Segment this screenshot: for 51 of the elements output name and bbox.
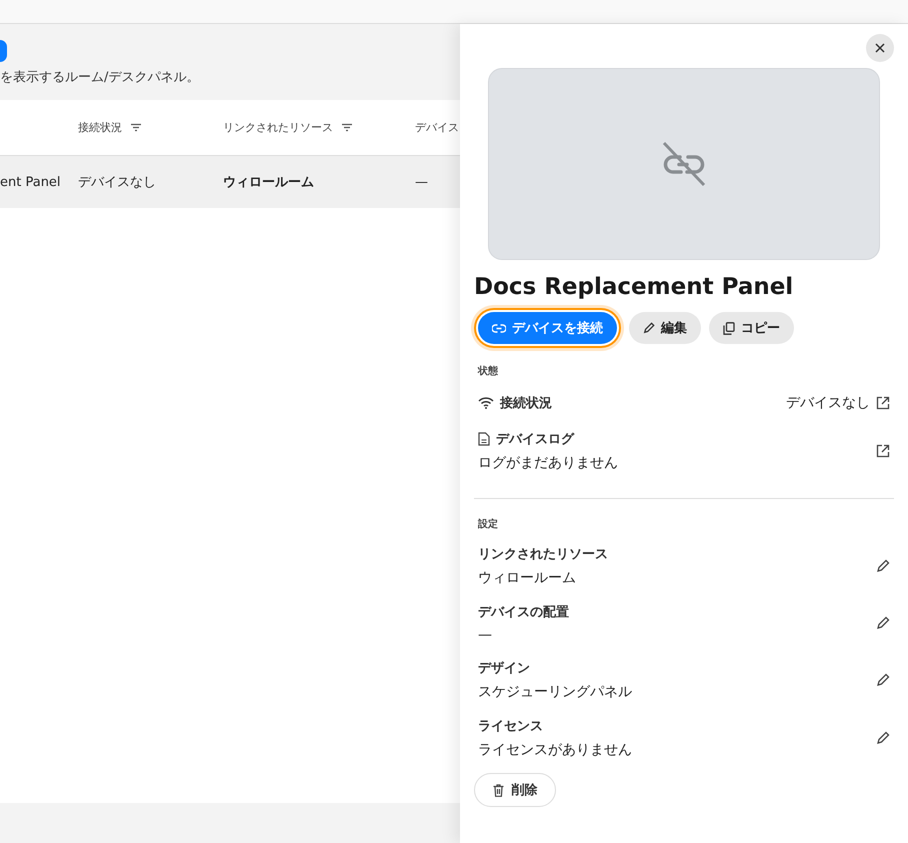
status-label: 接続状況 bbox=[500, 394, 552, 412]
pencil-icon bbox=[876, 616, 890, 630]
setting-value: ライセンスがありません bbox=[478, 741, 632, 759]
unlink-icon bbox=[660, 141, 708, 187]
pencil-icon bbox=[876, 559, 890, 573]
section-heading: 設定 bbox=[478, 517, 499, 531]
pencil-icon bbox=[643, 322, 655, 334]
edit-button[interactable] bbox=[876, 559, 890, 573]
action-button[interactable]: コピー bbox=[709, 312, 794, 344]
status-value: デバイスなし bbox=[786, 394, 870, 412]
setting-label: ライセンス bbox=[478, 718, 544, 735]
close-icon bbox=[875, 43, 885, 53]
wifi-icon bbox=[478, 397, 494, 409]
column-header[interactable]: リンクされたリソース bbox=[223, 120, 333, 135]
open-link-button[interactable] bbox=[876, 396, 890, 410]
column-header[interactable]: 接続状況 bbox=[78, 120, 122, 135]
open-link-button[interactable] bbox=[876, 444, 890, 458]
status-note: ログがまだありません bbox=[478, 454, 618, 472]
delete-button[interactable]: 削除 bbox=[474, 773, 556, 807]
filter-icon[interactable] bbox=[341, 123, 353, 132]
panel-title: Docs Replacement Panel bbox=[474, 274, 794, 300]
status-label: デバイスログ bbox=[496, 431, 574, 448]
setting-value: スケジューリングパネル bbox=[478, 683, 632, 701]
external-link-icon bbox=[876, 444, 890, 458]
column-header[interactable]: デバイス bbox=[415, 120, 459, 135]
setting-value: — bbox=[478, 627, 493, 643]
action-button[interactable]: デバイスを接続 bbox=[478, 312, 617, 344]
table-cell-text: デバイスなし bbox=[78, 174, 157, 191]
action-button[interactable]: 編集 bbox=[629, 312, 701, 344]
setting-label: デザイン bbox=[478, 660, 531, 677]
section-heading: 状態 bbox=[478, 364, 499, 378]
pencil-icon bbox=[876, 731, 890, 745]
setting-label: リンクされたリソース bbox=[478, 546, 608, 563]
setting-value: ウィロールーム bbox=[478, 569, 577, 587]
edit-button[interactable] bbox=[876, 673, 890, 687]
table-cell-text: ent Panel bbox=[0, 174, 62, 190]
external-link-icon bbox=[876, 396, 890, 410]
edit-button[interactable] bbox=[876, 616, 890, 630]
page-description: を表示するルーム/デスクパネル。 bbox=[0, 69, 200, 86]
table-cell-text: ウィロールーム bbox=[223, 174, 315, 191]
edit-button[interactable] bbox=[876, 731, 890, 745]
trash-icon bbox=[492, 784, 504, 796]
copy-icon bbox=[723, 322, 735, 334]
link-icon bbox=[492, 324, 506, 332]
pencil-icon bbox=[876, 673, 890, 687]
setting-label: デバイスの配置 bbox=[478, 604, 569, 621]
document-icon bbox=[478, 432, 490, 446]
table-row[interactable]: ent Panel デバイスなし ウィロールーム — bbox=[0, 156, 460, 208]
close-button[interactable] bbox=[866, 34, 894, 62]
table-cell-text: — bbox=[415, 174, 429, 190]
filter-icon[interactable] bbox=[130, 123, 142, 132]
